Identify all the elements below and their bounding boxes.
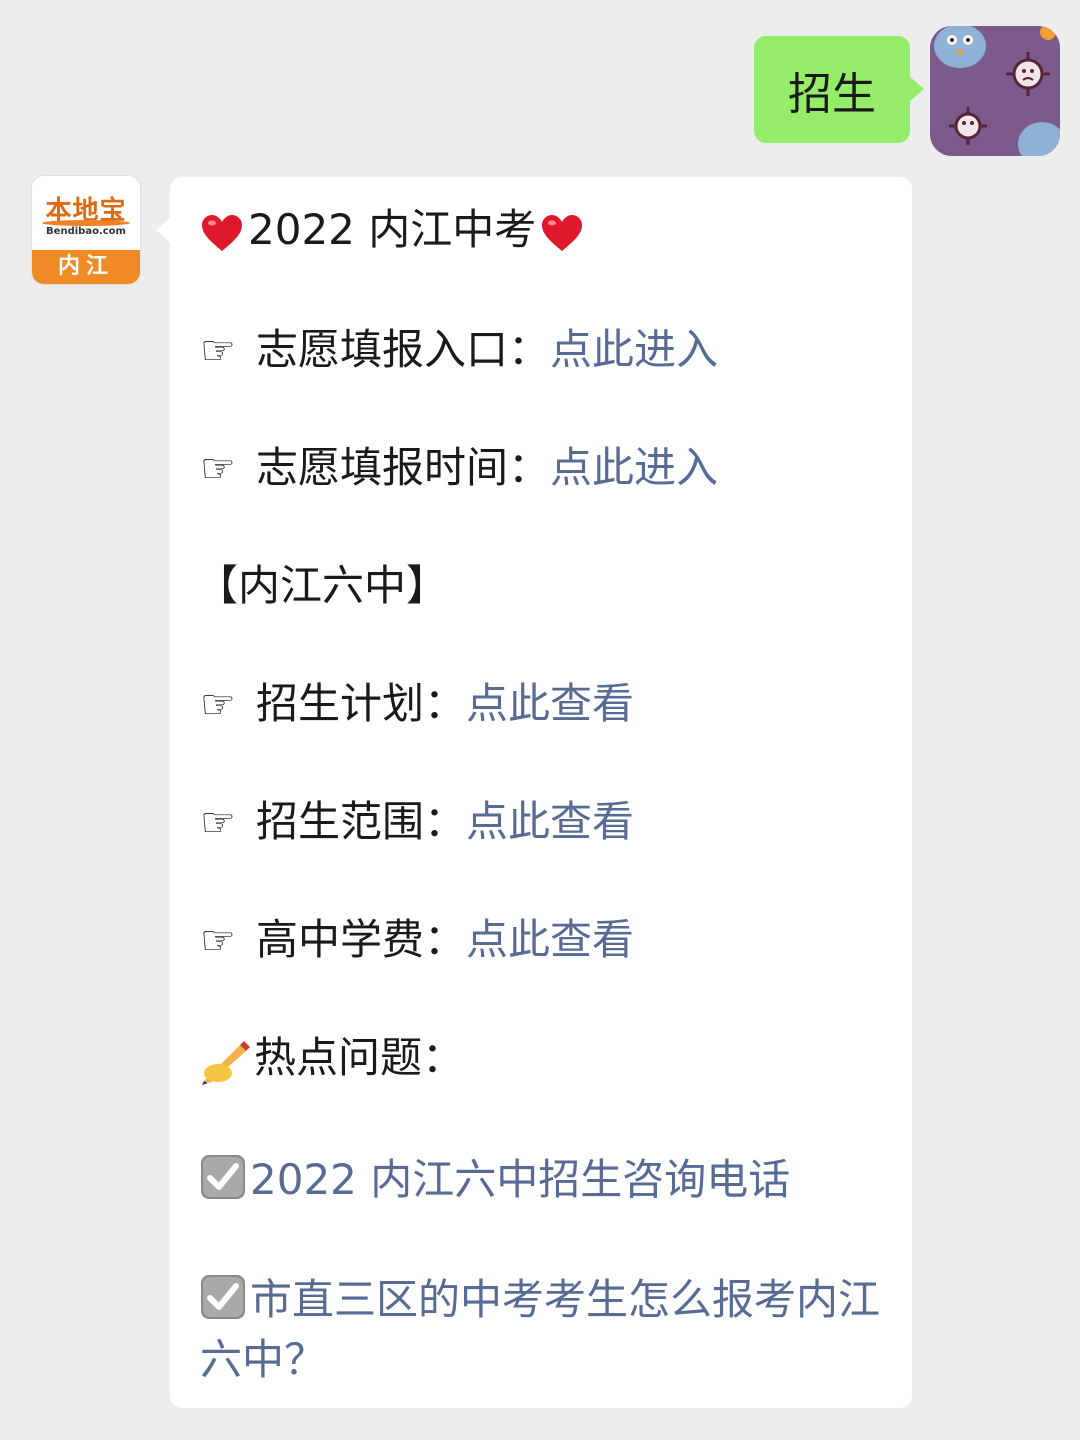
list-item: 2022 内江六中招生咨询电话	[200, 1150, 790, 1210]
heart-icon	[542, 214, 583, 251]
list-item: 市直三区的中考考生怎么报考内江六中？	[200, 1270, 890, 1390]
sent-message-text: 招生	[788, 68, 876, 120]
list-item: ☞ 高中学费：点此查看	[200, 910, 634, 970]
item-label: 志愿填报时间：	[256, 443, 551, 492]
check-box-icon	[201, 1155, 245, 1199]
user-avatar[interactable]	[930, 26, 1060, 156]
hot-questions-heading: 热点问题：	[200, 1028, 464, 1088]
tuition-link[interactable]: 点此查看	[466, 915, 634, 964]
volunteer-time-link[interactable]: 点此进入	[550, 443, 718, 492]
pointing-hand-icon: ☞	[200, 328, 236, 374]
list-item: ☞ 招生范围：点此查看	[200, 792, 634, 852]
enrollment-range-link[interactable]: 点此查看	[466, 797, 634, 846]
logo-sub: Bendibao.com	[46, 226, 126, 237]
volunteer-entry-link[interactable]: 点此进入	[550, 325, 718, 374]
hot-question-link[interactable]: 2022 内江六中招生咨询电话	[250, 1155, 790, 1204]
bendibao-logo: 本地宝 Bendibao.com	[32, 176, 140, 250]
reply-title-line: 2022 内江中考	[200, 200, 588, 260]
list-item: ☞ 志愿填报入口：点此进入	[200, 320, 718, 380]
list-item: ☞ 招生计划：点此查看	[200, 674, 634, 734]
pointing-hand-icon: ☞	[200, 918, 236, 964]
sent-message-bubble[interactable]: 招生	[754, 36, 924, 143]
hot-questions-label: 热点问题：	[254, 1033, 465, 1082]
hot-question-link[interactable]: 市直三区的中考考生怎么报考内江六中？	[200, 1275, 880, 1384]
item-label: 招生计划：	[256, 679, 467, 728]
item-label: 高中学费：	[256, 915, 467, 964]
section-title: 【内江六中】	[196, 561, 449, 610]
pointing-hand-icon: ☞	[200, 682, 236, 728]
writing-hand-icon	[202, 1040, 250, 1085]
heart-icon	[202, 214, 242, 251]
bot-avatar[interactable]: 本地宝 Bendibao.com 内江	[32, 176, 140, 284]
item-label: 志愿填报入口：	[256, 325, 551, 374]
reply-title: 2022 内江中考	[248, 205, 537, 254]
list-item: ☞ 志愿填报时间：点此进入	[200, 438, 718, 498]
check-box-icon	[201, 1275, 245, 1319]
pointing-hand-icon: ☞	[200, 800, 236, 846]
item-label: 招生范围：	[256, 797, 467, 846]
enrollment-plan-link[interactable]: 点此查看	[466, 679, 634, 728]
pointing-hand-icon: ☞	[200, 446, 236, 492]
logo-city: 内江	[32, 250, 140, 284]
